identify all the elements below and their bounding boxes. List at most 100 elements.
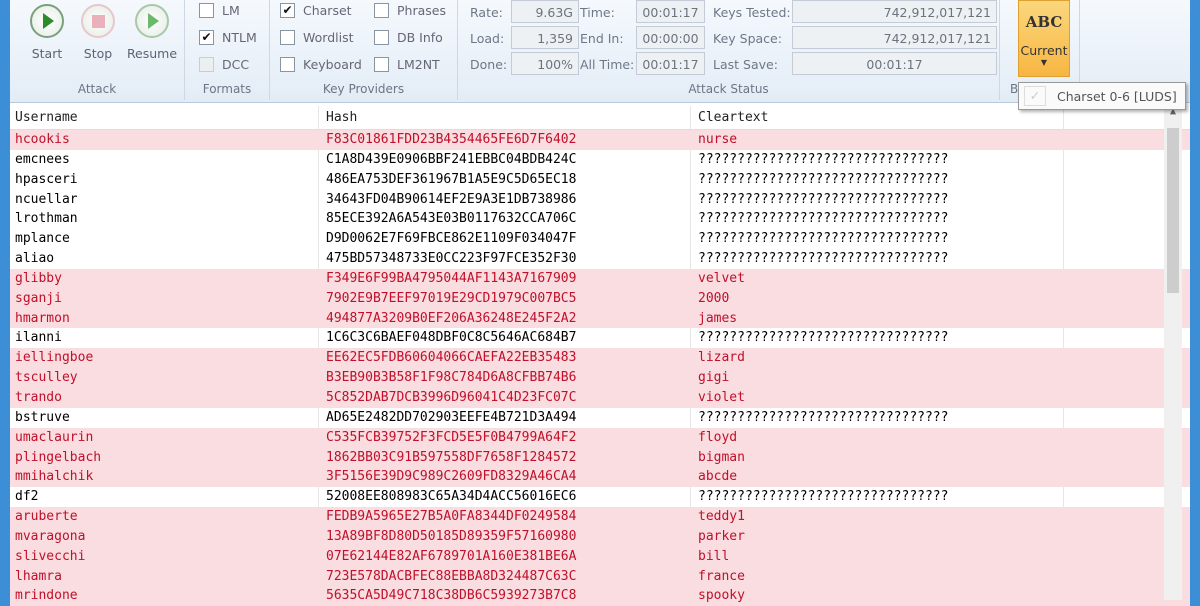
dcc-checkbox: DCC [199, 57, 249, 72]
cleartext-cell: 2000 [698, 290, 730, 306]
cleartext-cell: nurse [698, 132, 738, 147]
db-info-checkbox[interactable]: DB Info [374, 30, 443, 45]
username-cell: ncuellar [15, 191, 78, 207]
cleartext-cell: ???????????????????????????????? [698, 489, 949, 505]
cleartext-cell: spooky [698, 588, 745, 604]
time-value: 00:01:17 [636, 0, 705, 23]
cleartext-cell: gigi [698, 370, 730, 386]
hash-cell: D9D0062E7F69FBCE862E1109F034047F [326, 231, 577, 247]
table-row[interactable]: trando 5C852DAB7DCB3996D96041C4D23FC07C vi… [10, 387, 1190, 408]
username-cell: hcookis [15, 132, 70, 147]
resume-button[interactable]: Resume [126, 4, 178, 61]
table-row[interactable]: mrindone 5635CA5D49C718C38DB6C5939273B7C8… [10, 586, 1190, 606]
play-icon [30, 4, 64, 38]
table-row[interactable]: mvaragona 13A89BF8D80D50185D89359F5716098… [10, 526, 1190, 547]
cleartext-cell: abcde [698, 469, 738, 485]
hash-cell: EE62EC5FDB60604066CAEFA22EB35483 [326, 350, 577, 366]
table-row[interactable]: plingelbach 1862BB03C91B597558DF7658F1284… [10, 447, 1190, 468]
keyboard-checkbox[interactable]: Keyboard [280, 57, 362, 72]
table-row[interactable]: hmarmon 494877A3209B0EF206A36248E245F2A2 j… [10, 308, 1190, 329]
current-label: Current [1020, 43, 1068, 58]
hash-cell: 723E578DACBFEC88EBBA8D324487C63C [326, 568, 577, 584]
table-row[interactable]: hcookis F83C01861FDD23B4354465FE6D7F6402 n… [10, 130, 1190, 150]
username-cell: iellingboe [15, 350, 94, 366]
table-row[interactable]: aruberte FEDB9A5965E27B5A0FA8344DF0249584… [10, 507, 1190, 527]
table-row[interactable]: bstruve AD65E2482DD702903EEFE4B721D3A494?… [10, 408, 1190, 428]
attack-status-group-label: Attack Status [688, 82, 769, 96]
header-username[interactable]: Username [15, 106, 78, 130]
key-providers-group-label: Key Providers [322, 82, 405, 96]
table-row[interactable]: umaclaurin C535FCB39752F3FCD5E5F0B4799A64… [10, 427, 1190, 448]
table-row[interactable]: emcnees C1A8D439E0906BBF241EBBC04BDB424C?… [10, 150, 1190, 170]
table-row[interactable]: aliao 475BD57348733E0CC223F97FCE352F30???… [10, 249, 1190, 269]
username-cell: sganji [15, 290, 62, 306]
scrollbar-thumb[interactable] [1167, 128, 1179, 293]
attack-status-group: Rate: Load: Done: 9.63G 1,359 100% Time:… [458, 0, 1000, 100]
username-cell: lhamra [15, 568, 62, 584]
username-cell: hmarmon [15, 310, 70, 326]
table-row[interactable]: hpasceri 486EA753DEF361967B1A5E9C5D65EC18… [10, 170, 1190, 190]
username-cell: bstruve [15, 409, 70, 425]
username-cell: hpasceri [15, 171, 78, 187]
hash-cell: B3EB90B3B58F1F98C784D6A8CFBB74B6 [326, 370, 577, 386]
ntlm-checkbox[interactable]: ✔ NTLM [199, 30, 257, 45]
table-row[interactable]: sganji 7902E9B7EEF97019E29CD1979C007BC5 20… [10, 288, 1190, 309]
hash-cell: 07E62144E82AF6789701A160E381BE6A [326, 548, 577, 564]
table-row[interactable]: mmihalchik 3F5156E39D9C989C2609FD8329A46C… [10, 467, 1190, 488]
hash-cell: 494877A3209B0EF206A36248E245F2A2 [326, 310, 577, 326]
ribbon-toolbar: Start Stop Resume Attack LM ✔ NTLM DCC Fo… [10, 0, 1190, 103]
hash-cell: 475BD57348733E0CC223F97FCE352F30 [326, 251, 577, 267]
stop-button[interactable]: Stop [73, 4, 123, 61]
table-row[interactable]: mplance D9D0062E7F69FBCE862E1109F034047F?… [10, 229, 1190, 249]
last-save-label: Last Save: [713, 57, 778, 72]
cleartext-cell: violet [698, 389, 745, 405]
table-row[interactable]: slivecchi 07E62144E82AF6789701A160E381BE6… [10, 546, 1190, 567]
username-cell: aliao [15, 251, 55, 267]
end-in-value: 00:00:00 [636, 26, 705, 49]
table-row[interactable]: df2 52008EE808983C65A34D4ACC56016EC6?????… [10, 487, 1190, 507]
keys-tested-label: Keys Tested: [713, 5, 791, 20]
resume-icon [135, 4, 169, 38]
lm2nt-checkbox[interactable]: LM2NT [374, 57, 440, 72]
all-time-value: 00:01:17 [636, 52, 705, 75]
key-space-value: 742,912,017,121 [792, 26, 997, 49]
hash-cell: C1A8D439E0906BBF241EBBC04BDB424C [326, 151, 577, 167]
username-cell: trando [15, 389, 62, 405]
table-row[interactable]: ilanni 1C6C3C6BAEF048DBF0C8C5646AC684B7??… [10, 328, 1190, 348]
header-hash[interactable]: Hash [326, 106, 357, 130]
hash-cell: FEDB9A5965E27B5A0FA8344DF0249584 [326, 509, 577, 525]
start-button[interactable]: Start [22, 4, 72, 61]
table-row[interactable]: tsculley B3EB90B3B58F1F98C784D6A8CFBB74B6… [10, 368, 1190, 388]
username-cell: plingelbach [15, 449, 102, 465]
cleartext-cell: ???????????????????????????????? [698, 211, 949, 227]
rate-label: Rate: [470, 5, 503, 20]
vertical-scrollbar[interactable]: ▲ [1164, 106, 1182, 600]
hash-cell: 34643FD04B90614EF2E9A3E1DB738986 [326, 191, 577, 207]
username-cell: aruberte [15, 509, 78, 525]
username-cell: tsculley [15, 370, 78, 386]
hash-cell: 3F5156E39D9C989C2609FD8329A46CA4 [326, 469, 577, 485]
username-cell: mvaragona [15, 528, 86, 544]
done-label: Done: [470, 57, 508, 72]
wordlist-checkbox[interactable]: Wordlist [280, 30, 354, 45]
table-row[interactable]: iellingboe EE62EC5FDB60604066CAEFA22EB354… [10, 348, 1190, 369]
hash-cell: F83C01861FDD23B4354465FE6D7F6402 [326, 132, 577, 147]
cleartext-cell: ???????????????????????????????? [698, 191, 949, 207]
cleartext-cell: parker [698, 528, 745, 544]
lm-checkbox[interactable]: LM [199, 3, 240, 18]
table-row[interactable]: lhamra 723E578DACBFEC88EBBA8D324487C63C fr… [10, 566, 1190, 587]
current-charset-button[interactable]: ABC Current ▼ [1018, 0, 1070, 77]
charset-checkbox[interactable]: ✔ Charset [280, 3, 352, 18]
username-cell: slivecchi [15, 548, 86, 564]
charset-menu-item[interactable]: Charset 0-6 [LUDS] [1057, 89, 1177, 104]
username-cell: mplance [15, 231, 70, 247]
phrases-checkbox[interactable]: Phrases [374, 3, 446, 18]
app-window: Start Stop Resume Attack LM ✔ NTLM DCC Fo… [10, 0, 1190, 606]
load-label: Load: [470, 31, 505, 46]
table-row[interactable]: ncuellar 34643FD04B90614EF2E9A3E1DB738986… [10, 190, 1190, 210]
table-row[interactable]: lrothman 85ECE392A6A543E03B0117632CCA706C… [10, 209, 1190, 229]
table-row[interactable]: glibby F349E6F99BA4795044AF1143A7167909 ve… [10, 268, 1190, 289]
formats-group: LM ✔ NTLM DCC Formats [185, 0, 270, 100]
time-label: Time: [580, 5, 615, 20]
header-cleartext[interactable]: Cleartext [698, 106, 768, 130]
